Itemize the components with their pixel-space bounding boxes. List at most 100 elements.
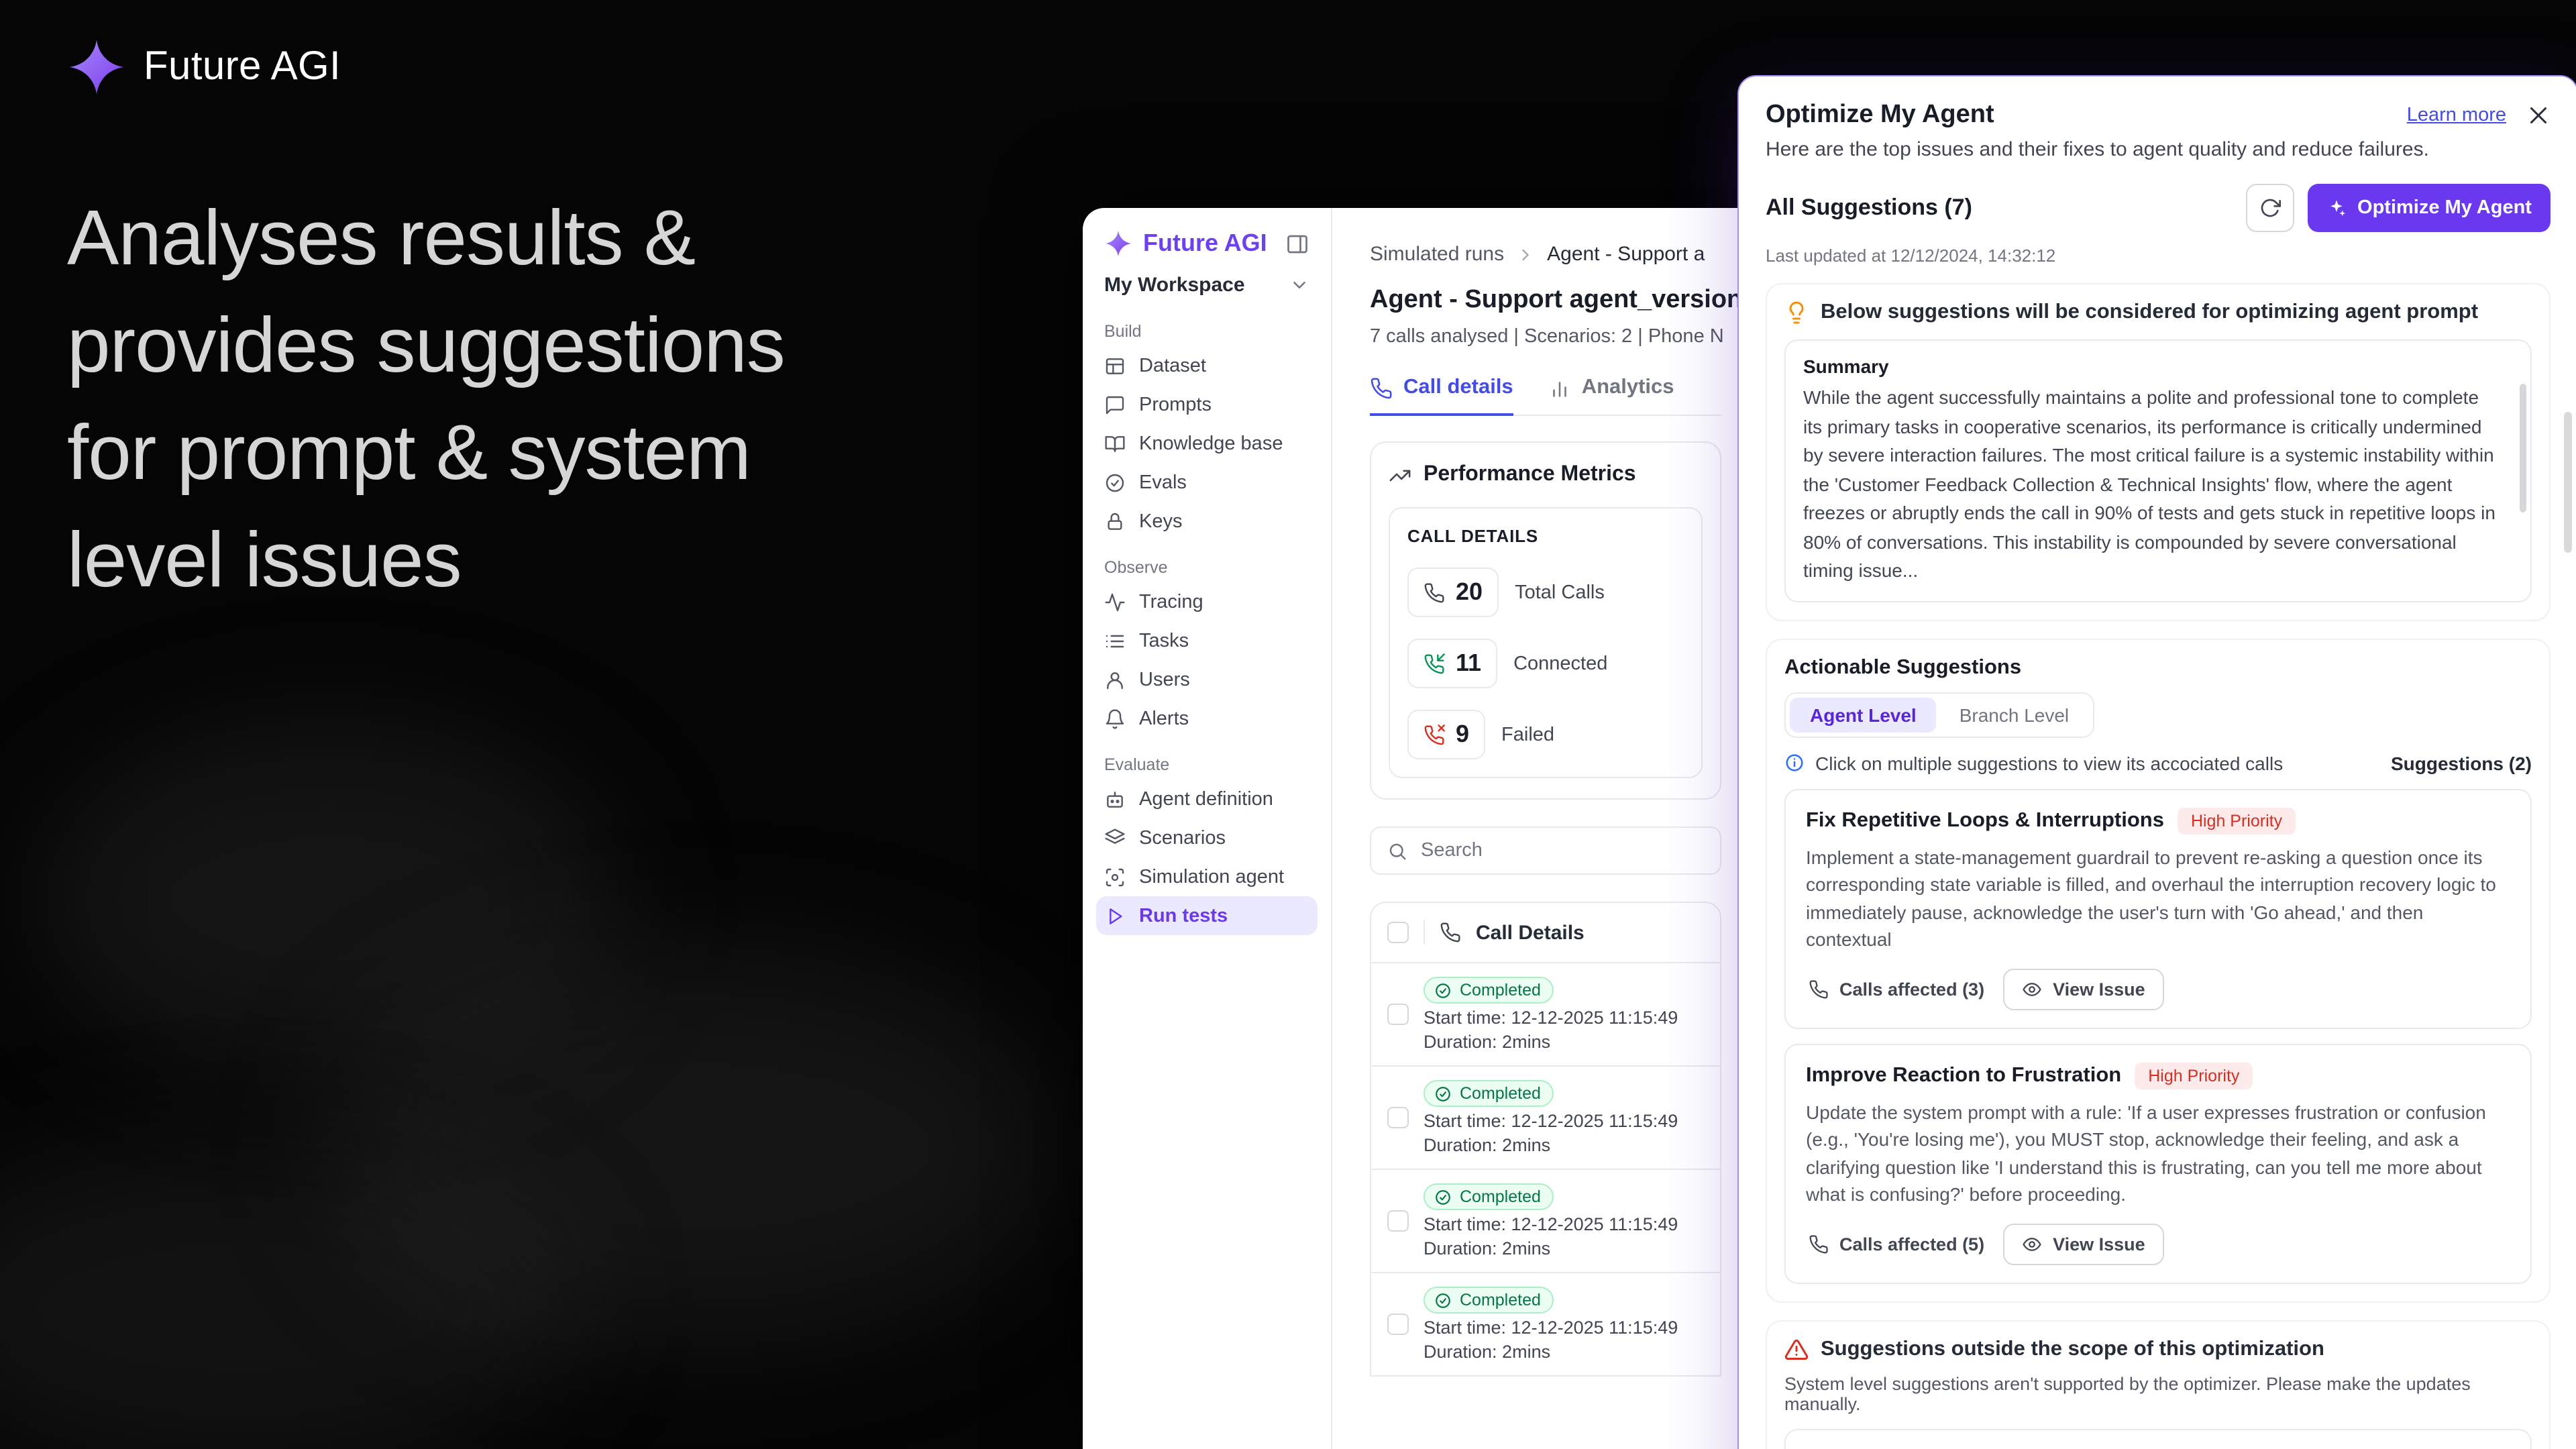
table-row[interactable]: Completed Start time: 12-12-2025 11:15:4… — [1371, 1067, 1720, 1170]
stat-total-box: 20 — [1407, 568, 1499, 617]
sidebar-item-label: Simulation agent — [1139, 866, 1284, 888]
future-agi-logo-icon — [1104, 229, 1132, 258]
sidebar-item-scenarios[interactable]: Scenarios — [1096, 818, 1318, 857]
evals-icon — [1104, 472, 1126, 493]
sidebar-item-label: Knowledge base — [1139, 433, 1283, 454]
optimize-my-agent-modal: Optimize My Agent Learn more Here are th… — [1737, 75, 2576, 1449]
search-bar[interactable] — [1370, 826, 1721, 875]
refresh-button[interactable] — [2246, 184, 2294, 232]
tab-branch-level[interactable]: Branch Level — [1939, 697, 2089, 732]
status-badge: Completed — [1424, 1287, 1554, 1313]
sidebar-item-keys[interactable]: Keys — [1096, 502, 1318, 541]
row-start-time: Start time: 12-12-2025 11:15:49 — [1424, 1111, 1678, 1131]
sidebar-item-tasks[interactable]: Tasks — [1096, 621, 1318, 660]
hint-text: Click on multiple suggestions to view it… — [1815, 752, 2283, 773]
dataset-icon — [1104, 355, 1126, 376]
sidebar-item-label: Prompts — [1139, 394, 1212, 415]
workspace-selector[interactable]: My Workspace — [1096, 260, 1318, 305]
stat-connected-box: 11 — [1407, 639, 1497, 688]
view-issue-button[interactable]: View Issue — [2003, 1223, 2164, 1265]
sidebar-item-users[interactable]: Users — [1096, 660, 1318, 699]
search-input[interactable] — [1418, 839, 1704, 863]
hero-line: level issues — [67, 507, 785, 614]
agent-definition-icon — [1104, 788, 1126, 810]
brand-name: Future AGI — [144, 44, 341, 90]
tracing-icon — [1104, 591, 1126, 612]
sidebar-item-alerts[interactable]: Alerts — [1096, 699, 1318, 738]
row-duration: Duration: 2mins — [1424, 1032, 1678, 1052]
status-text: Completed — [1460, 981, 1541, 1000]
table-row[interactable]: Completed Start time: 12-12-2025 11:15:4… — [1371, 1170, 1720, 1273]
sidebar-item-run-tests[interactable]: Run tests — [1096, 896, 1318, 935]
alerts-icon — [1104, 708, 1126, 729]
sidebar-item-label: Tracing — [1139, 591, 1203, 612]
stat-connected-value: 11 — [1456, 649, 1481, 678]
tab-label: Analytics — [1582, 376, 1674, 400]
row-checkbox[interactable] — [1387, 1313, 1409, 1335]
search-icon — [1387, 841, 1407, 861]
info-icon — [1784, 753, 1805, 773]
calls-table: Call Details Completed Start time: 12-12… — [1370, 902, 1721, 1377]
view-issue-button[interactable]: View Issue — [2003, 968, 2164, 1010]
select-all-checkbox[interactable] — [1387, 922, 1409, 943]
sidebar-item-prompts[interactable]: Prompts — [1096, 385, 1318, 424]
status-text: Completed — [1460, 1291, 1541, 1309]
hint-row: Click on multiple suggestions to view it… — [1784, 752, 2532, 773]
status-text: Completed — [1460, 1084, 1541, 1103]
suggestions-count: Suggestions (2) — [2391, 752, 2532, 773]
suggestion-description: Implement a state-management guardrail t… — [1806, 843, 2510, 953]
tab-agent-level[interactable]: Agent Level — [1790, 697, 1937, 732]
suggestion-card[interactable]: Improve Reaction to Frustration High Pri… — [1784, 1043, 2532, 1283]
row-checkbox[interactable] — [1387, 1210, 1409, 1232]
sidebar-item-tracing[interactable]: Tracing — [1096, 582, 1318, 621]
call-details-label: CALL DETAILS — [1407, 526, 1684, 546]
modal-header: Optimize My Agent Learn more — [1766, 101, 2551, 130]
table-row[interactable]: Completed Start time: 12-12-2025 11:15:4… — [1371, 963, 1720, 1067]
collapse-sidebar-button[interactable] — [1285, 231, 1309, 256]
tab-analytics[interactable]: Analytics — [1548, 376, 1674, 415]
row-duration: Duration: 2mins — [1424, 1342, 1678, 1362]
stat-connected: 11 Connected — [1407, 639, 1684, 688]
phone-icon — [1440, 922, 1461, 943]
optimize-my-agent-button[interactable]: Optimize My Agent — [2308, 184, 2551, 232]
sidebar-item-label: Alerts — [1139, 708, 1189, 729]
future-agi-logo-icon — [67, 38, 126, 97]
learn-more-link[interactable]: Learn more — [2407, 105, 2506, 126]
stat-connected-label: Connected — [1513, 653, 1607, 674]
breadcrumb-root[interactable]: Simulated runs — [1370, 243, 1504, 266]
calls-affected-button[interactable]: Calls affected (3) — [1806, 969, 1987, 1008]
sidebar-item-evals[interactable]: Evals — [1096, 463, 1318, 502]
sidebar-item-agent-definition[interactable]: Agent definition — [1096, 780, 1318, 818]
tab-call-details[interactable]: Call details — [1370, 376, 1513, 415]
sidebar-item-dataset[interactable]: Dataset — [1096, 346, 1318, 385]
eye-icon — [2022, 1234, 2042, 1254]
summary-card: Summary While the agent successfully mai… — [1784, 339, 2532, 602]
view-issue-label: View Issue — [2053, 1234, 2145, 1254]
calls-table-header: Call Details — [1371, 903, 1720, 963]
row-checkbox[interactable] — [1387, 1004, 1409, 1025]
eye-icon — [2022, 979, 2042, 999]
warning-triangle-icon — [1784, 1337, 1809, 1361]
summary-scrollbar[interactable] — [2520, 384, 2526, 513]
refresh-icon — [2259, 197, 2281, 219]
status-badge: Completed — [1424, 1183, 1554, 1210]
sidebar-item-knowledge-base[interactable]: Knowledge base — [1096, 424, 1318, 463]
calls-affected-label: Calls affected (3) — [1839, 979, 1984, 999]
status-text: Completed — [1460, 1187, 1541, 1206]
row-content: Completed Start time: 12-12-2025 11:15:4… — [1424, 977, 1678, 1052]
priority-badge: High Priority — [2178, 807, 2296, 834]
suggestion-card[interactable]: Fix Repetitive Loops & Interruptions Hig… — [1784, 788, 2532, 1028]
status-badge: Completed — [1424, 1080, 1554, 1107]
row-content: Completed Start time: 12-12-2025 11:15:4… — [1424, 1287, 1678, 1362]
calls-affected-button[interactable]: Calls affected (5) — [1806, 1224, 1987, 1263]
table-row[interactable]: Completed Start time: 12-12-2025 11:15:4… — [1371, 1273, 1720, 1377]
close-button[interactable] — [2526, 103, 2551, 127]
modal-controls: All Suggestions (7) Optimize My Agent — [1766, 184, 2551, 232]
prompt-section-header-text: Below suggestions will be considered for… — [1821, 301, 2478, 325]
tab-label: Call details — [1403, 376, 1513, 400]
prompt-suggestions-section: Below suggestions will be considered for… — [1766, 283, 2551, 621]
modal-scrollbar[interactable] — [2564, 412, 2572, 553]
out-of-scope-header: Suggestions outside the scope of this op… — [1784, 1337, 2532, 1361]
row-checkbox[interactable] — [1387, 1107, 1409, 1128]
sidebar-item-simulation-agent[interactable]: Simulation agent — [1096, 857, 1318, 896]
